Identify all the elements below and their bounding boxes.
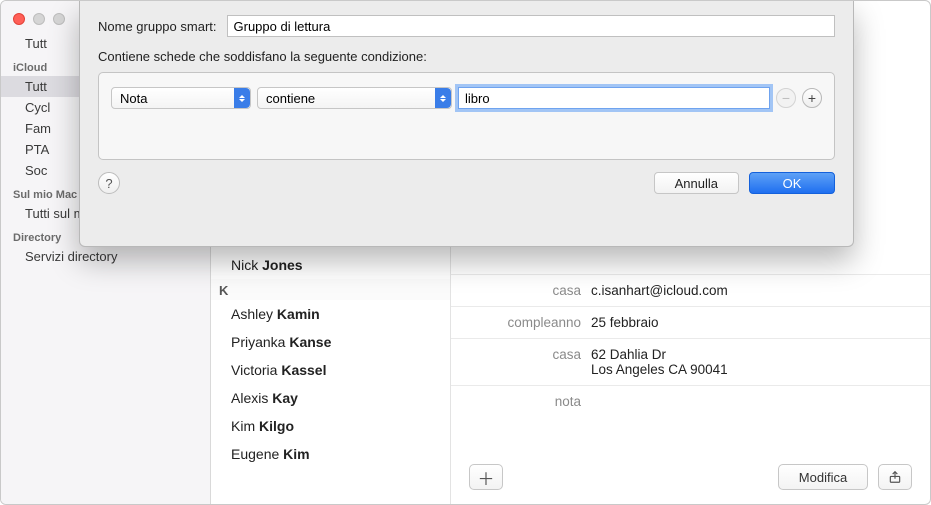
- detail-value: 25 febbraio: [591, 315, 930, 330]
- conditions-container: Nota contiene − +: [98, 72, 835, 160]
- first-name: Victoria: [231, 362, 277, 378]
- help-button[interactable]: ?: [98, 172, 120, 194]
- field-popup[interactable]: Nota: [111, 87, 251, 109]
- first-name: Alexis: [231, 390, 268, 406]
- dialog-subtitle: Contiene schede che soddisfano la seguen…: [80, 43, 853, 72]
- list-item[interactable]: Kim Kilgo: [211, 412, 450, 440]
- first-name: Ashley: [231, 306, 273, 322]
- list-item[interactable]: Eugene Kim: [211, 440, 450, 468]
- first-name: Kim: [231, 418, 255, 434]
- close-window-icon[interactable]: [13, 13, 25, 25]
- divider: [451, 385, 930, 386]
- updown-arrows-icon: [234, 88, 250, 108]
- last-name: Kanse: [289, 334, 331, 350]
- cancel-button[interactable]: Annulla: [654, 172, 739, 194]
- share-icon: [888, 470, 902, 484]
- detail-footer: ＋ Modifica: [451, 464, 930, 490]
- app-window: Tutt iCloud Tutt Cycl Fam PTA Soc Sul mi…: [0, 0, 931, 505]
- list-item[interactable]: Ashley Kamin: [211, 300, 450, 328]
- group-name-input[interactable]: [227, 15, 836, 37]
- dialog-name-row: Nome gruppo smart:: [80, 1, 853, 43]
- last-name: Kilgo: [259, 418, 294, 434]
- last-name: Kim: [283, 446, 309, 462]
- divider: [451, 306, 930, 307]
- detail-row-email: casa c.isanhart@icloud.com: [451, 278, 930, 303]
- detail-label: nota: [451, 394, 591, 409]
- plus-icon: ＋: [478, 465, 495, 490]
- edit-button[interactable]: Modifica: [778, 464, 868, 490]
- list-item[interactable]: Alexis Kay: [211, 384, 450, 412]
- divider: [451, 274, 930, 275]
- share-button[interactable]: [878, 464, 912, 490]
- add-field-button[interactable]: ＋: [469, 464, 503, 490]
- plus-icon: +: [808, 91, 816, 105]
- add-condition-button[interactable]: +: [802, 88, 822, 108]
- detail-row-address: casa 62 Dahlia Dr Los Angeles CA 90041: [451, 342, 930, 382]
- list-item[interactable]: Nick Jones: [211, 251, 450, 279]
- last-name: Kassel: [281, 362, 326, 378]
- detail-value[interactable]: [591, 394, 930, 409]
- detail-value[interactable]: c.isanhart@icloud.com: [591, 283, 930, 298]
- zoom-window-icon: [53, 13, 65, 25]
- dialog-footer: ? Annulla OK: [80, 160, 853, 194]
- detail-label: casa: [451, 283, 591, 298]
- question-icon: ?: [105, 176, 112, 191]
- operator-popup[interactable]: contiene: [257, 87, 452, 109]
- detail-value[interactable]: 62 Dahlia Dr Los Angeles CA 90041: [591, 347, 930, 377]
- detail-label: compleanno: [451, 315, 591, 330]
- updown-arrows-icon: [435, 88, 451, 108]
- field-popup-label: Nota: [120, 91, 147, 106]
- minimize-window-icon: [33, 13, 45, 25]
- sidebar-item[interactable]: Servizi directory: [1, 246, 210, 267]
- divider: [451, 338, 930, 339]
- name-label: Nome gruppo smart:: [98, 19, 217, 34]
- last-name: Kamin: [277, 306, 320, 322]
- last-name: Kay: [272, 390, 298, 406]
- detail-row-note: nota: [451, 389, 930, 414]
- first-name: Nick: [231, 257, 258, 273]
- detail-row-birthday: compleanno 25 febbraio: [451, 310, 930, 335]
- smart-group-dialog: Nome gruppo smart: Contiene schede che s…: [79, 1, 854, 247]
- ok-button[interactable]: OK: [749, 172, 835, 194]
- first-name: Priyanka: [231, 334, 285, 350]
- list-item[interactable]: Victoria Kassel: [211, 356, 450, 384]
- last-name: Jones: [262, 257, 302, 273]
- condition-value-input[interactable]: [458, 87, 770, 109]
- condition-row: Nota contiene − +: [111, 87, 822, 109]
- detail-label: casa: [451, 347, 591, 377]
- operator-popup-label: contiene: [266, 91, 315, 106]
- minus-icon: −: [782, 91, 790, 105]
- list-item[interactable]: Priyanka Kanse: [211, 328, 450, 356]
- section-letter: K: [211, 279, 450, 300]
- remove-condition-button: −: [776, 88, 796, 108]
- first-name: Eugene: [231, 446, 279, 462]
